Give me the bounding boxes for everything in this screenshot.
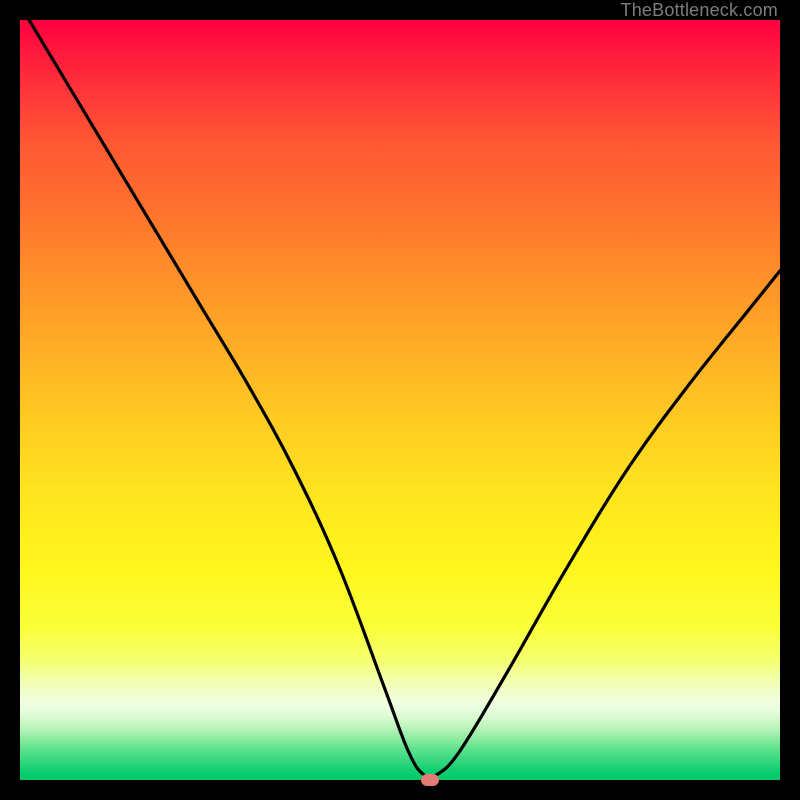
plot-area <box>20 20 780 780</box>
bottleneck-curve <box>20 5 780 777</box>
curve-svg <box>20 20 780 780</box>
chart-frame: TheBottleneck.com <box>0 0 800 800</box>
watermark-text: TheBottleneck.com <box>621 0 778 21</box>
optimum-marker <box>421 774 439 786</box>
